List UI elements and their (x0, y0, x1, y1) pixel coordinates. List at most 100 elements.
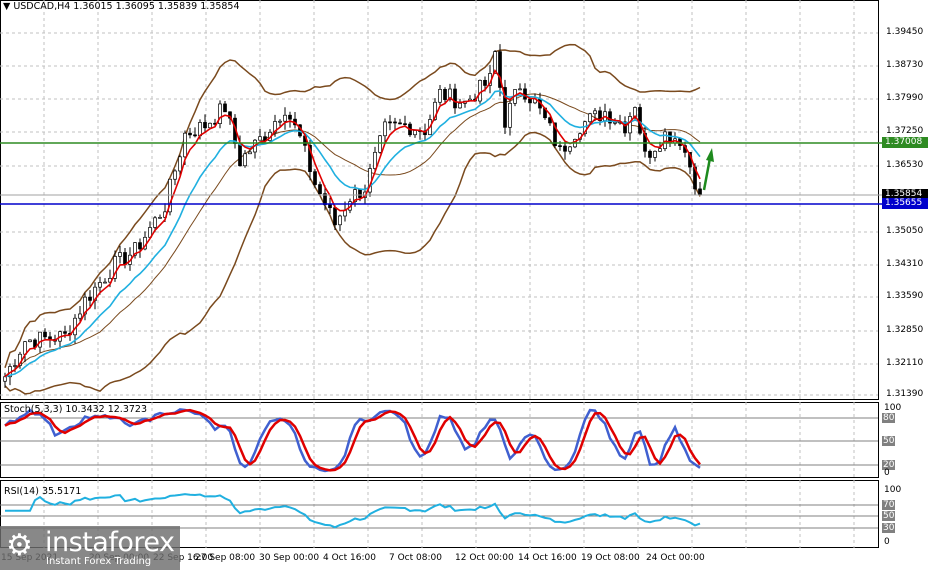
candle (88, 296, 92, 301)
triangle-down-icon[interactable]: ▼ (3, 1, 13, 12)
candle (558, 145, 562, 147)
price-axis-label: 1.39450 (886, 27, 924, 37)
candle (453, 88, 457, 109)
support-price-tag: 1.35655 (882, 198, 928, 209)
candle (398, 122, 402, 125)
chart-title: ▼ USDCAD,H4 1.36015 1.36095 1.35839 1.35… (3, 1, 240, 12)
price-axis-label: 1.34310 (886, 259, 924, 269)
candle (508, 102, 512, 128)
candle (123, 252, 127, 265)
price-axis-label: 1.35050 (886, 226, 924, 236)
stochastic-label: Stoch(5,3,3) 10.3432 12.3723 (4, 404, 148, 415)
candle (328, 204, 332, 209)
candle (118, 252, 122, 257)
stoch-level-50: 50 (882, 436, 896, 446)
candle (318, 184, 322, 194)
candle (203, 122, 207, 129)
candle (593, 110, 597, 115)
candle (138, 242, 142, 250)
stoch-level-0: 0 (884, 468, 890, 478)
candle (568, 146, 572, 152)
ma-slow-line (4, 90, 701, 378)
candle (388, 121, 392, 124)
brand-name: instaforex (45, 527, 175, 558)
candle (158, 216, 162, 219)
gear-logo-icon: ⚙ (6, 528, 33, 563)
candle (443, 89, 447, 100)
candle (403, 123, 407, 126)
rsi-level-50: 50 (882, 511, 896, 521)
rsi-level-70: 70 (882, 500, 896, 510)
candle (13, 365, 17, 367)
resistance-price-tag: 1.37008 (882, 137, 928, 148)
candle (393, 121, 397, 124)
candle (188, 132, 192, 136)
candle (78, 313, 82, 319)
time-axis-label: 30 Sep 00:00 (259, 553, 320, 563)
candle (38, 331, 42, 348)
candle (103, 281, 107, 284)
time-axis-label: 19 Oct 08:00 (581, 553, 640, 563)
time-axis-label: 14 Oct 16:00 (518, 553, 577, 563)
candle (243, 153, 247, 167)
candle (648, 150, 652, 158)
time-axis-label: 24 Oct 00:00 (646, 553, 705, 563)
price-axis-label: 1.37250 (886, 126, 924, 136)
candle (338, 215, 342, 226)
candle (628, 116, 632, 134)
candle (43, 331, 47, 338)
candle (658, 148, 662, 152)
stoch-level-100: 100 (884, 403, 902, 413)
price-axis-label: 1.36530 (886, 160, 924, 170)
candle (438, 89, 442, 103)
bollinger-middle (4, 93, 701, 378)
time-axis-label: 12 Oct 00:00 (455, 553, 514, 563)
up-arrow-head-icon (706, 148, 714, 162)
candle (478, 79, 482, 102)
candle (193, 134, 197, 137)
price-axis-label: 1.38730 (886, 60, 924, 70)
candle (3, 376, 7, 382)
main-panel-frame (0, 0, 879, 400)
candle (358, 189, 362, 198)
candle (223, 103, 227, 113)
candle (248, 151, 252, 155)
candle (458, 102, 462, 109)
candle (208, 122, 212, 129)
candle (528, 98, 532, 104)
rsi-level-100: 100 (884, 485, 902, 495)
time-axis-label: 7 Oct 08:00 (389, 553, 442, 563)
candle (383, 121, 387, 137)
rsi-level-30: 30 (882, 523, 896, 533)
time-axis-label: 27 Sep 08:00 (195, 553, 256, 563)
candle (563, 145, 567, 152)
candle (698, 188, 702, 195)
price-axis-label: 1.33590 (886, 291, 924, 301)
stoch-level-80: 80 (882, 413, 896, 423)
chart-canvas[interactable] (0, 0, 928, 570)
candle (183, 132, 187, 158)
candle (28, 339, 32, 343)
candle (153, 217, 157, 228)
candle (413, 130, 417, 136)
candle (613, 121, 617, 124)
rsi-label: RSI(14) 35.5171 (4, 486, 82, 497)
instaforex-watermark: ⚙ instaforex Instant Forex Trading (0, 526, 180, 570)
price-axis-label: 1.32850 (886, 325, 924, 335)
candle (258, 136, 262, 141)
candle (483, 79, 487, 86)
candle (653, 150, 657, 158)
up-arrow-icon (702, 157, 712, 191)
candle (198, 122, 202, 137)
price-axis-label: 1.31390 (886, 389, 924, 399)
rsi-level-0: 0 (884, 537, 890, 547)
candle (313, 171, 317, 185)
candle (238, 143, 242, 167)
brand-tagline: Instant Forex Trading (46, 556, 152, 567)
rsi-line (5, 493, 701, 529)
time-axis-label: 4 Oct 16:00 (323, 553, 376, 563)
candle (283, 114, 287, 122)
candle (518, 88, 522, 91)
bollinger-upper (4, 43, 701, 369)
candle (288, 114, 292, 120)
